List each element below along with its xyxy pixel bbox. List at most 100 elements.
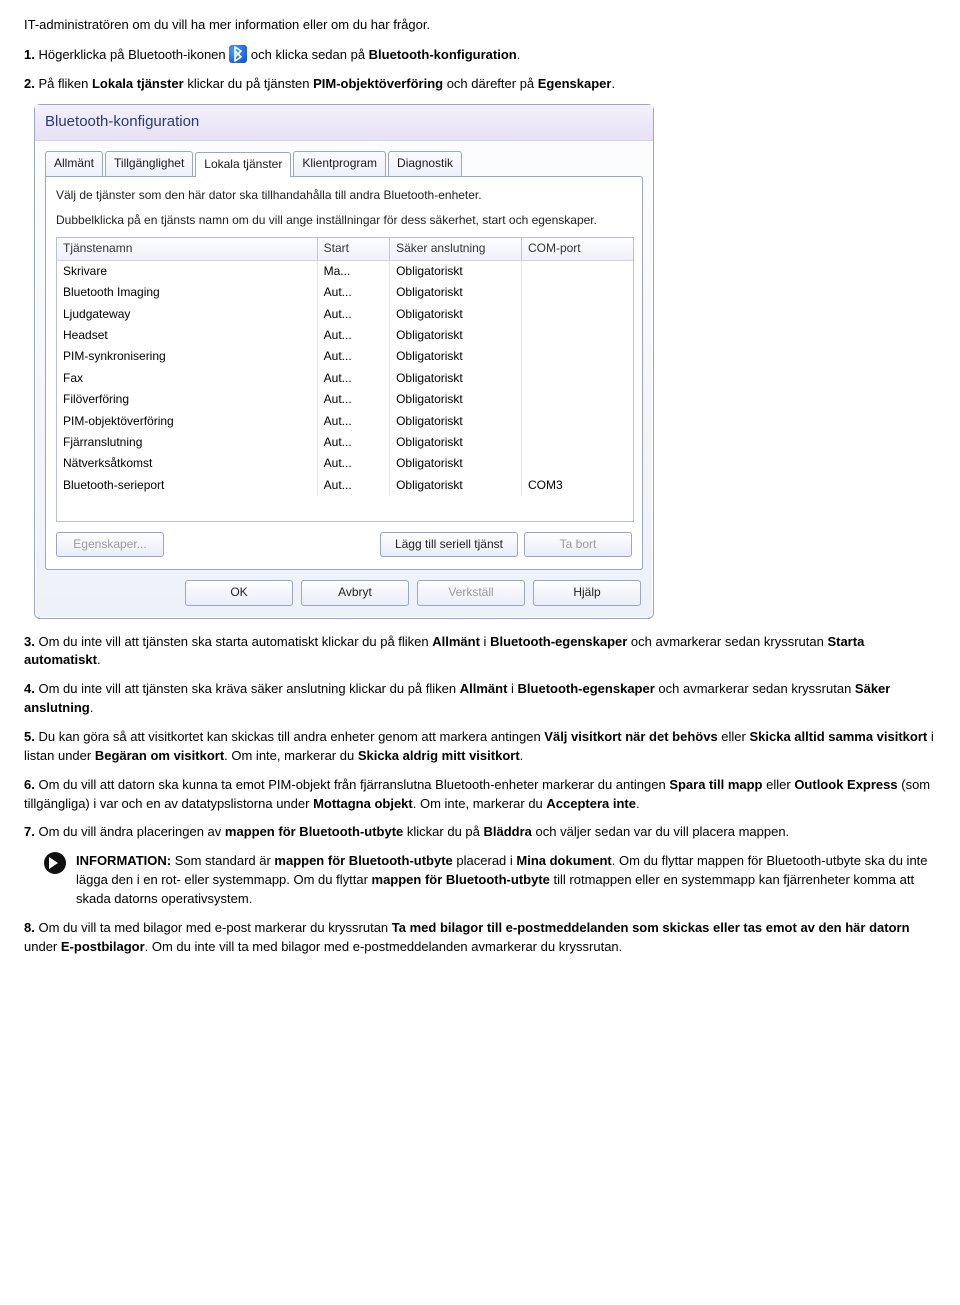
bluetooth-config-dialog: Bluetooth-konfiguration Allmänt Tillgäng… — [34, 104, 654, 619]
t: Lokala tjänster — [92, 76, 184, 91]
table-cell: Nätverksåtkomst — [57, 453, 318, 474]
step-2: 2. På fliken Lokala tjänster klickar du … — [24, 75, 936, 94]
info-label: INFORMATION: — [76, 853, 171, 868]
table-cell: Aut... — [318, 304, 390, 325]
tab-allmant[interactable]: Allmänt — [45, 151, 103, 175]
step-1-text-a: Högerklicka på Bluetooth-ikonen — [38, 47, 229, 62]
t: På fliken — [38, 76, 91, 91]
t: mappen för Bluetooth-utbyte — [372, 872, 550, 887]
tab-lokala-tjanster[interactable]: Lokala tjänster — [195, 152, 291, 176]
table-cell: Obligatoriskt — [390, 453, 522, 474]
t: klickar du på — [403, 824, 483, 839]
table-row[interactable]: FjärranslutningAut...Obligatoriskt — [57, 432, 633, 453]
t: och väljer sedan var du vill placera map… — [532, 824, 789, 839]
table-row[interactable]: HeadsetAut...Obligatoriskt — [57, 325, 633, 346]
table-row[interactable]: SkrivareMa...Obligatoriskt — [57, 261, 633, 282]
step-1: 1. Högerklicka på Bluetooth-ikonen och k… — [24, 45, 936, 65]
info-callout: INFORMATION: Som standard är mappen för … — [44, 852, 936, 909]
t: Outlook Express — [794, 777, 897, 792]
t: Mina dokument — [516, 853, 611, 868]
table-cell — [522, 389, 633, 410]
t: Acceptera inte — [546, 796, 636, 811]
step-6: 6. Om du vill att datorn ska kunna ta em… — [24, 776, 936, 814]
table-cell: Obligatoriskt — [390, 325, 522, 346]
delete-button[interactable]: Ta bort — [524, 532, 632, 557]
step-5: 5. Du kan göra så att visitkortet kan sk… — [24, 728, 936, 766]
apply-button[interactable]: Verkställ — [417, 580, 525, 605]
table-cell: Bluetooth Imaging — [57, 282, 318, 303]
t: mappen för Bluetooth-utbyte — [274, 853, 452, 868]
help-button[interactable]: Hjälp — [533, 580, 641, 605]
table-row[interactable]: FaxAut...Obligatoriskt — [57, 368, 633, 389]
table-row[interactable]: LjudgatewayAut...Obligatoriskt — [57, 304, 633, 325]
table-cell: Obligatoriskt — [390, 389, 522, 410]
listview-header: Tjänstenamn Start Säker anslutning COM-p… — [57, 238, 633, 260]
step-3: 3. Om du inte vill att tjänsten ska star… — [24, 633, 936, 671]
table-cell — [522, 411, 633, 432]
t: Skicka alltid samma visitkort — [749, 729, 927, 744]
services-listview[interactable]: Tjänstenamn Start Säker anslutning COM-p… — [56, 237, 634, 521]
t: i — [480, 634, 490, 649]
step-1-text-b: och klicka sedan på — [251, 47, 369, 62]
table-cell: Skrivare — [57, 261, 318, 282]
table-cell: Obligatoriskt — [390, 346, 522, 367]
dialog-title: Bluetooth-konfiguration — [35, 105, 653, 142]
table-row[interactable]: NätverksåtkomstAut...Obligatoriskt — [57, 453, 633, 474]
tab-klientprogram[interactable]: Klientprogram — [293, 151, 386, 175]
table-cell: Obligatoriskt — [390, 304, 522, 325]
table-cell: Aut... — [318, 453, 390, 474]
table-row[interactable]: Bluetooth ImagingAut...Obligatoriskt — [57, 282, 633, 303]
info-icon — [44, 852, 66, 874]
t: Om du vill ändra placeringen av — [38, 824, 224, 839]
table-row[interactable]: PIM-objektöverföringAut...Obligatoriskt — [57, 411, 633, 432]
ok-button[interactable]: OK — [185, 580, 293, 605]
col-com[interactable]: COM-port — [522, 238, 633, 259]
tabpanel-lokala-tjanster: Välj de tjänster som den här dator ska t… — [45, 176, 643, 571]
table-cell: Aut... — [318, 346, 390, 367]
step-4: 4. Om du inte vill att tjänsten ska kräv… — [24, 680, 936, 718]
step-8: 8. Om du vill ta med bilagor med e-post … — [24, 919, 936, 957]
tab-diagnostik[interactable]: Diagnostik — [388, 151, 462, 175]
table-cell: Aut... — [318, 432, 390, 453]
add-serial-service-button[interactable]: Lägg till seriell tjänst — [380, 532, 518, 557]
t: mappen för Bluetooth-utbyte — [225, 824, 403, 839]
t: Som standard är — [171, 853, 274, 868]
table-cell — [522, 453, 633, 474]
table-row[interactable]: Bluetooth-serieportAut...ObligatorisktCO… — [57, 475, 633, 496]
col-start[interactable]: Start — [318, 238, 390, 259]
t: Bluetooth-egenskaper — [518, 681, 655, 696]
panel-desc1: Välj de tjänster som den här dator ska t… — [56, 187, 632, 204]
table-cell: Obligatoriskt — [390, 368, 522, 389]
table-row[interactable]: FilöverföringAut...Obligatoriskt — [57, 389, 633, 410]
step-7: 7. Om du vill ändra placeringen av mappe… — [24, 823, 936, 842]
cancel-button[interactable]: Avbryt — [301, 580, 409, 605]
t: Allmänt — [432, 634, 480, 649]
col-secure[interactable]: Säker anslutning — [390, 238, 522, 259]
table-cell: Filöverföring — [57, 389, 318, 410]
table-cell: Aut... — [318, 368, 390, 389]
table-cell — [522, 325, 633, 346]
table-cell — [522, 282, 633, 303]
table-cell: Ljudgateway — [57, 304, 318, 325]
t: under — [24, 939, 61, 954]
tab-tillganglighet[interactable]: Tillgänglighet — [105, 151, 193, 175]
table-row[interactable]: PIM-synkroniseringAut...Obligatoriskt — [57, 346, 633, 367]
table-cell: PIM-synkronisering — [57, 346, 318, 367]
t: . Om inte, markerar du — [224, 748, 358, 763]
table-cell: COM3 — [522, 475, 633, 496]
t: Välj visitkort när det behövs — [544, 729, 717, 744]
t: Begäran om visitkort — [95, 748, 224, 763]
table-cell: Aut... — [318, 325, 390, 346]
table-cell: Aut... — [318, 411, 390, 432]
t: PIM-objektöverföring — [313, 76, 443, 91]
t: Om du inte vill att tjänsten ska starta … — [38, 634, 432, 649]
table-cell — [522, 261, 633, 282]
bluetooth-icon — [229, 45, 247, 63]
table-cell — [522, 432, 633, 453]
table-cell: Obligatoriskt — [390, 261, 522, 282]
t: klickar du på tjänsten — [184, 76, 313, 91]
properties-button[interactable]: Egenskaper... — [56, 532, 164, 557]
step-1-bold: Bluetooth-konfiguration — [369, 47, 517, 62]
table-cell: PIM-objektöverföring — [57, 411, 318, 432]
col-name[interactable]: Tjänstenamn — [57, 238, 318, 259]
